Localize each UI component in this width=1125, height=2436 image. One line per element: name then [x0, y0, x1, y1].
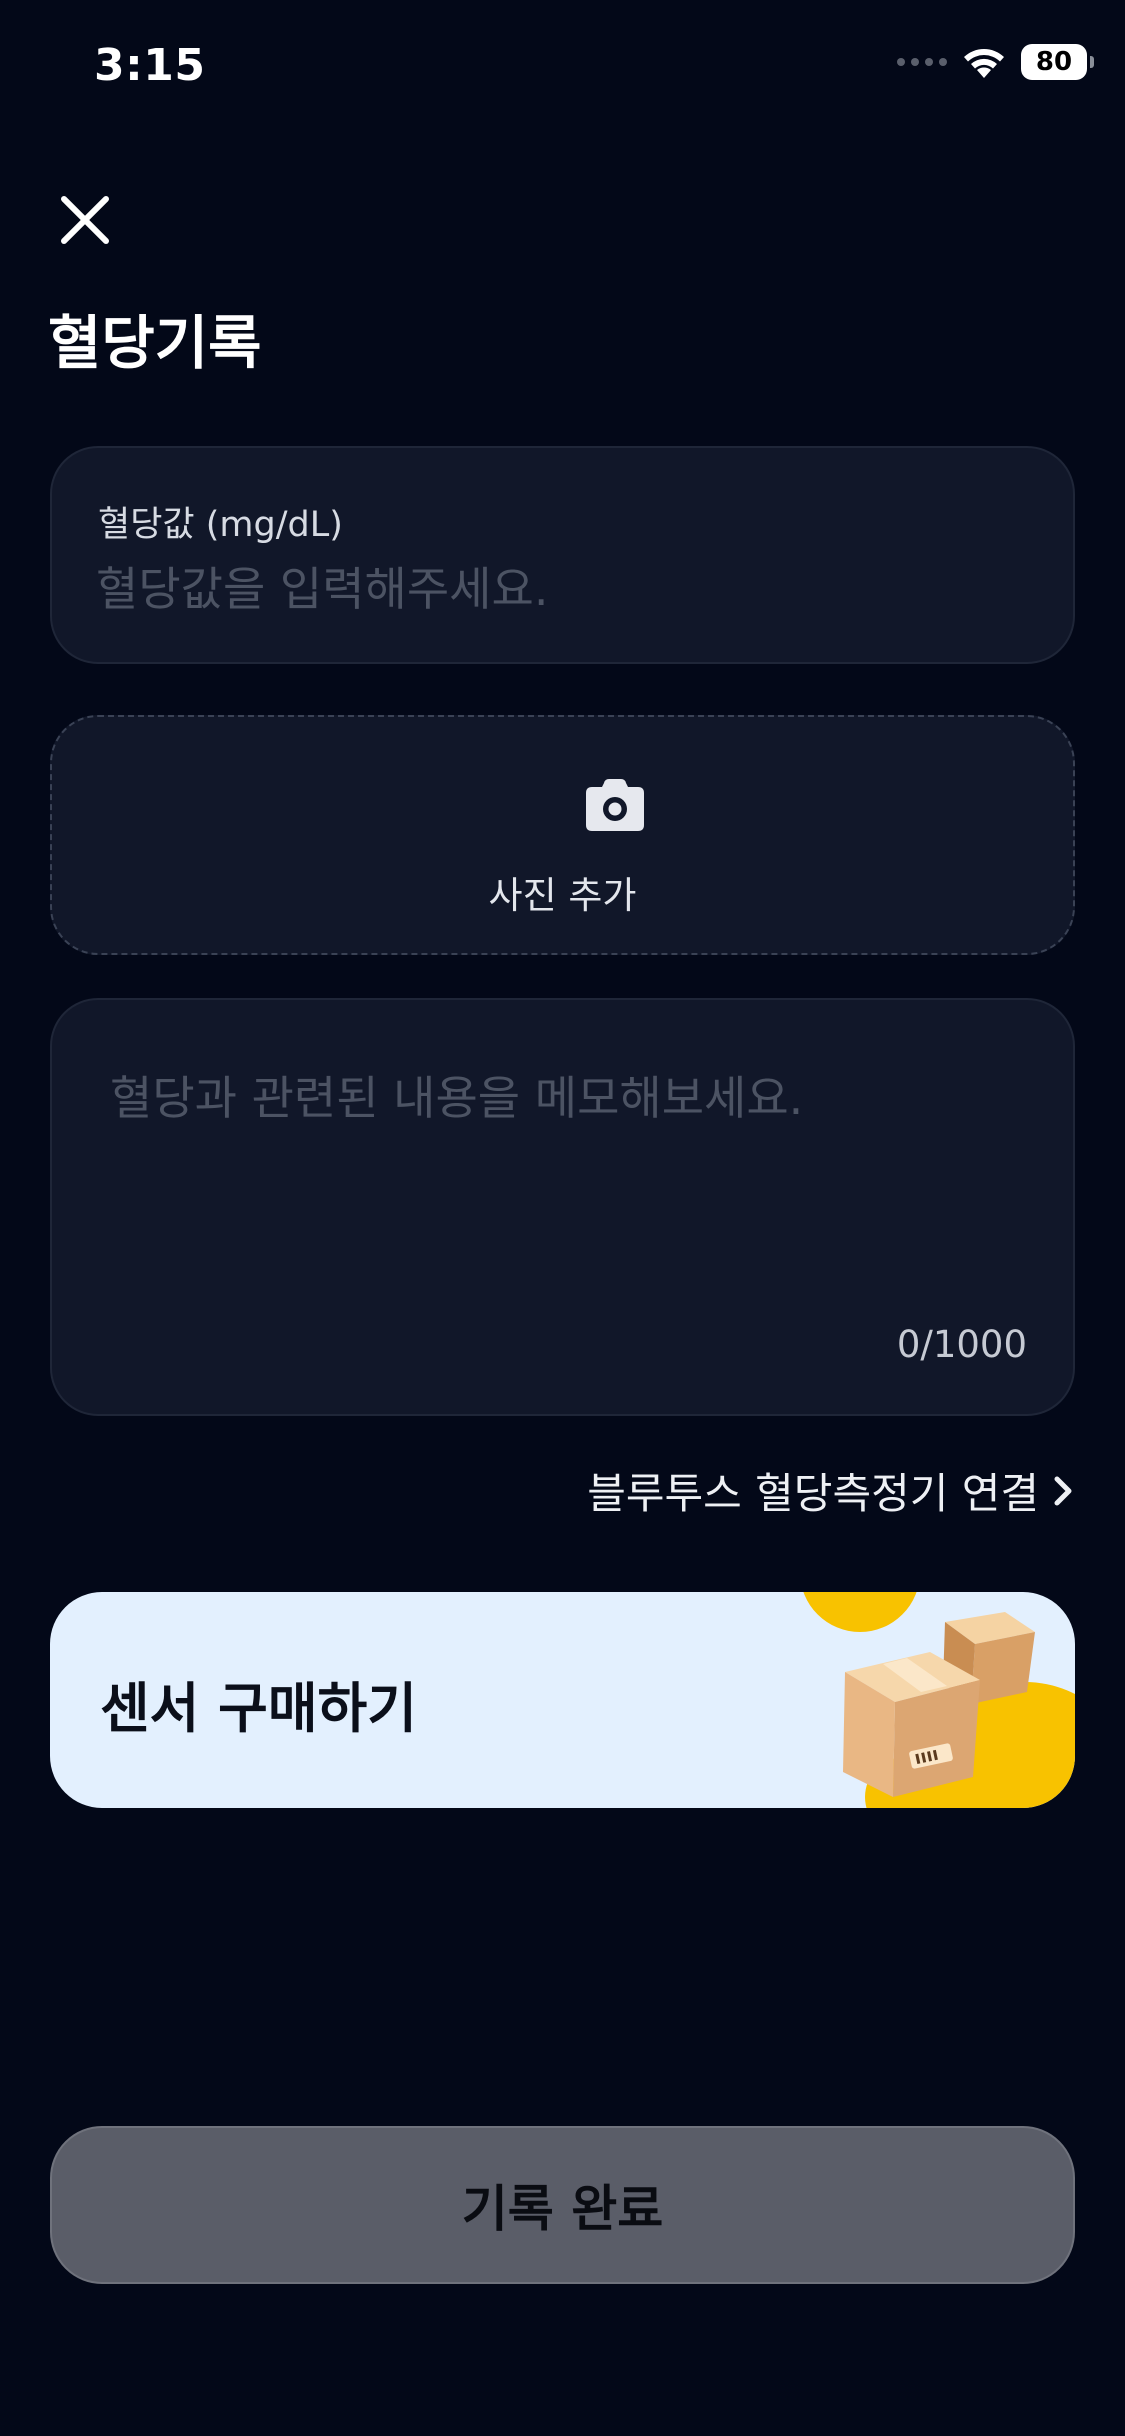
cardboard-boxes-illustration: [803, 1592, 1075, 1808]
wifi-icon: [964, 49, 1004, 78]
battery-icon: 80: [1021, 44, 1094, 80]
glucose-value-input[interactable]: [96, 554, 996, 624]
status-time: 3:15: [94, 40, 206, 91]
memo-card[interactable]: 0/1000: [50, 998, 1075, 1416]
glucose-input-card[interactable]: 혈당값 (mg/dL): [50, 446, 1075, 664]
add-photo-label: 사진 추가: [488, 874, 637, 917]
record-complete-label: 기록 완료: [461, 2180, 664, 2238]
record-complete-button[interactable]: 기록 완료: [50, 2126, 1075, 2284]
status-icons: 80: [897, 44, 1094, 80]
buy-sensor-label: 센서 구매하기: [100, 1677, 417, 1740]
battery-level: 80: [1035, 47, 1073, 77]
close-button[interactable]: [50, 185, 120, 255]
close-icon: [61, 196, 109, 244]
signal-dots-icon: [897, 58, 947, 66]
page-title: 혈당기록: [48, 309, 262, 377]
bluetooth-meter-connect-link[interactable]: 블루투스 혈당측정기 연결: [587, 1460, 1075, 1521]
memo-textarea[interactable]: [110, 1062, 1010, 1322]
buy-sensor-banner[interactable]: 센서 구매하기: [50, 1592, 1075, 1808]
chevron-right-icon: [1054, 1476, 1072, 1505]
blood-glucose-record-screen: 3:15 80 혈당기록 혈당값 (mg/dL) 사진 추가: [0, 0, 1125, 2436]
camera-icon: [586, 779, 644, 831]
memo-character-counter: 0/1000: [896, 1323, 1027, 1366]
add-photo-button[interactable]: 사진 추가: [50, 715, 1075, 955]
glucose-label: 혈당값 (mg/dL): [98, 505, 343, 545]
bluetooth-link-label: 블루투스 혈당측정기 연결: [587, 1469, 1039, 1518]
